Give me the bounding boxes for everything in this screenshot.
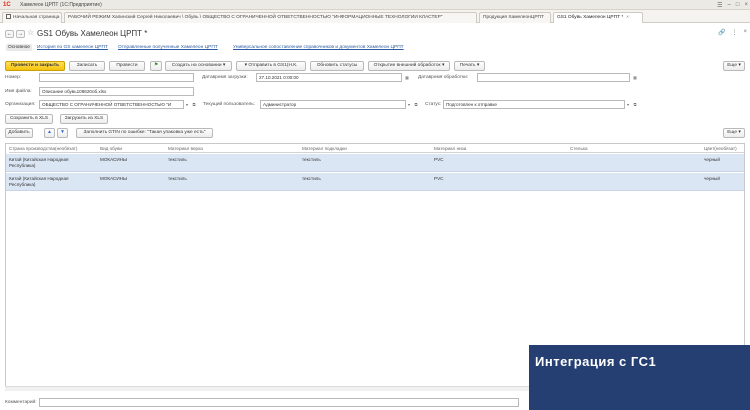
load-from-xls-button[interactable]: Загрузить из XLS	[60, 114, 108, 124]
title-bar: 1С Хамелеон ЦРПТ (1С:Предприятие) ☰ – □ …	[0, 0, 750, 10]
cell-country: Китай (Китайская Народная Республика)	[9, 176, 69, 187]
more-options-icon[interactable]: ⋮	[731, 29, 737, 36]
post-button[interactable]: Провести	[109, 61, 145, 71]
more-button[interactable]: Еще ▾	[723, 61, 745, 71]
cell-type: МОКАСИНЫ	[100, 176, 128, 181]
cell-bottom-material: PVC	[434, 176, 444, 181]
chevron-down-icon[interactable]: ▾	[625, 100, 631, 109]
save-button[interactable]: Записать	[69, 61, 105, 71]
calendar-icon[interactable]: ▦	[632, 73, 638, 82]
organization-label: Организация:	[5, 102, 36, 107]
app-title: Хамелеон ЦРПТ (1С:Предприятие)	[20, 2, 102, 8]
header-icons: 🔗 ⋮ ×	[718, 29, 747, 36]
tab-working-mode[interactable]: РАБОЧИЙ РЕЖИМ Хапинский Сергей Николаеви…	[64, 12, 477, 23]
tab-gs1-shoes[interactable]: GS1 Обувь Хамелеон ЦРПТ * ×	[553, 12, 643, 23]
tab-home[interactable]: Начальная страница	[2, 12, 62, 23]
column-header[interactable]: Материал подкладки	[302, 144, 434, 153]
filename-field[interactable]: Описание обувь108620об.xlsx	[39, 87, 194, 96]
load-date-field[interactable]: 27.10.2021 0:00:00	[256, 73, 402, 82]
link-history[interactable]: История по GS хамелеон ЦРПТ	[37, 45, 108, 50]
save-to-xls-button[interactable]: Сохранить в XLS	[5, 114, 53, 124]
1c-logo: 1С	[3, 2, 11, 8]
banner-text: Интеграция с ГС1	[535, 354, 657, 369]
create-based-on-button[interactable]: Создать на основании ▾	[165, 61, 232, 71]
open-external-processing-button[interactable]: Открытие внешний обработок ▾	[368, 61, 450, 71]
open-icon[interactable]: ⧉	[632, 100, 638, 109]
cell-country: Китай (Китайская Народная Республика)	[9, 157, 69, 168]
link-sent-received[interactable]: Отправленные полученные Хамелеон ЦРПТ	[118, 45, 218, 50]
fill-gtin-button[interactable]: Заполнить GTIN по ошибке: "Такая упаковк…	[76, 128, 213, 138]
cell-color: черный	[704, 157, 720, 162]
send-to-gs1-button[interactable]: ▾ Отправить в GS1(Н.К.	[236, 61, 306, 71]
chevron-down-icon[interactable]: ▾	[406, 100, 412, 109]
maximize-icon[interactable]: □	[736, 2, 740, 8]
link-main[interactable]: Основное	[6, 44, 32, 51]
post-and-close-button[interactable]: Провести и закрыть	[5, 61, 65, 71]
minimize-icon[interactable]: –	[728, 2, 731, 8]
comment-label: Комментарий:	[5, 400, 37, 405]
table-row[interactable]: Китай (Китайская Народная Республика) МОК…	[6, 173, 744, 191]
add-button[interactable]: Добавить	[5, 128, 33, 138]
number-field[interactable]	[39, 73, 194, 82]
move-down-icon[interactable]: ▼	[57, 128, 68, 138]
current-user-field[interactable]: Администратор	[260, 100, 406, 109]
organization-field[interactable]: ОБЩЕСТВО С ОГРАНИЧЕННОЙ ОТВЕТСТВЕННОСТЬЮ…	[39, 100, 184, 109]
column-header[interactable]: Цвет(необязат)	[704, 144, 744, 153]
column-header[interactable]: Вид обуви	[100, 144, 170, 153]
tab-bar: Начальная страница РАБОЧИЙ РЕЖИМ Хапинск…	[0, 10, 750, 23]
structure-icon[interactable]: ⚑	[150, 61, 162, 71]
column-header[interactable]: Материал низа	[434, 144, 570, 153]
forward-button[interactable]: →	[16, 30, 25, 38]
back-button[interactable]: ←	[5, 30, 14, 38]
load-date-label: Датавремя загрузки:	[202, 75, 248, 80]
filename-label: Имя файла:	[5, 89, 32, 94]
open-icon[interactable]: ⧉	[191, 100, 197, 109]
table-more-button[interactable]: Еще ▾	[723, 128, 745, 138]
current-user-label: Текущий пользователь:	[203, 102, 256, 107]
window-controls: ☰ – □ ×	[717, 0, 748, 10]
home-icon	[6, 14, 11, 19]
table-row[interactable]: Китай (Китайская Народная Республика) МОК…	[6, 154, 744, 172]
tab-products[interactable]: Продукция ХамелеонЦРПТ	[479, 12, 551, 23]
column-header[interactable]: Страна производства(необязат)	[9, 144, 101, 153]
cell-bottom-material: PVC	[434, 157, 444, 162]
cell-color: черный	[704, 176, 720, 181]
link-universal-matching[interactable]: Универсальное сопоставление справочников…	[233, 45, 404, 50]
close-icon[interactable]: ×	[743, 29, 747, 36]
move-up-icon[interactable]: ▲	[44, 128, 55, 138]
number-label: Номер:	[5, 75, 22, 80]
comment-field[interactable]	[39, 398, 519, 407]
form-panel-links: Основное История по GS хамелеон ЦРПТ Отп…	[0, 43, 750, 54]
column-header[interactable]: Материал верха	[168, 144, 302, 153]
integration-banner: Интеграция с ГС1	[529, 345, 750, 410]
cell-lining-material: текстиль	[302, 176, 321, 181]
link-icon[interactable]: 🔗	[718, 29, 725, 36]
cell-lining-material: текстиль	[302, 157, 321, 162]
calendar-icon[interactable]: ▦	[404, 73, 410, 82]
cell-top-material: текстиль	[168, 176, 187, 181]
column-header[interactable]: Стелька	[570, 144, 704, 153]
favorite-star-icon[interactable]: ☆	[27, 29, 34, 37]
status-label: Статус:	[425, 102, 442, 107]
open-icon[interactable]: ⧉	[413, 100, 419, 109]
document-title: GS1 Обувь Хамелеон ЦРПТ *	[37, 29, 148, 38]
chevron-down-icon[interactable]: ▾	[184, 100, 190, 109]
close-icon[interactable]: ×	[744, 2, 748, 8]
menu-icon[interactable]: ☰	[717, 2, 722, 9]
cell-top-material: текстиль	[168, 157, 187, 162]
update-statuses-button[interactable]: Обновить статусы	[310, 61, 364, 71]
close-tab-icon[interactable]: ×	[626, 15, 629, 20]
document-header: ← → ☆ GS1 Обувь Хамелеон ЦРПТ * 🔗 ⋮ ×	[0, 24, 750, 42]
processing-date-field[interactable]	[477, 73, 630, 82]
processing-date-label: Датавремя обработки:	[418, 75, 469, 80]
status-field[interactable]: Подготовлен к отправке	[443, 100, 625, 109]
print-button[interactable]: Печать ▾	[454, 61, 485, 71]
cell-type: МОКАСИНЫ	[100, 157, 128, 162]
